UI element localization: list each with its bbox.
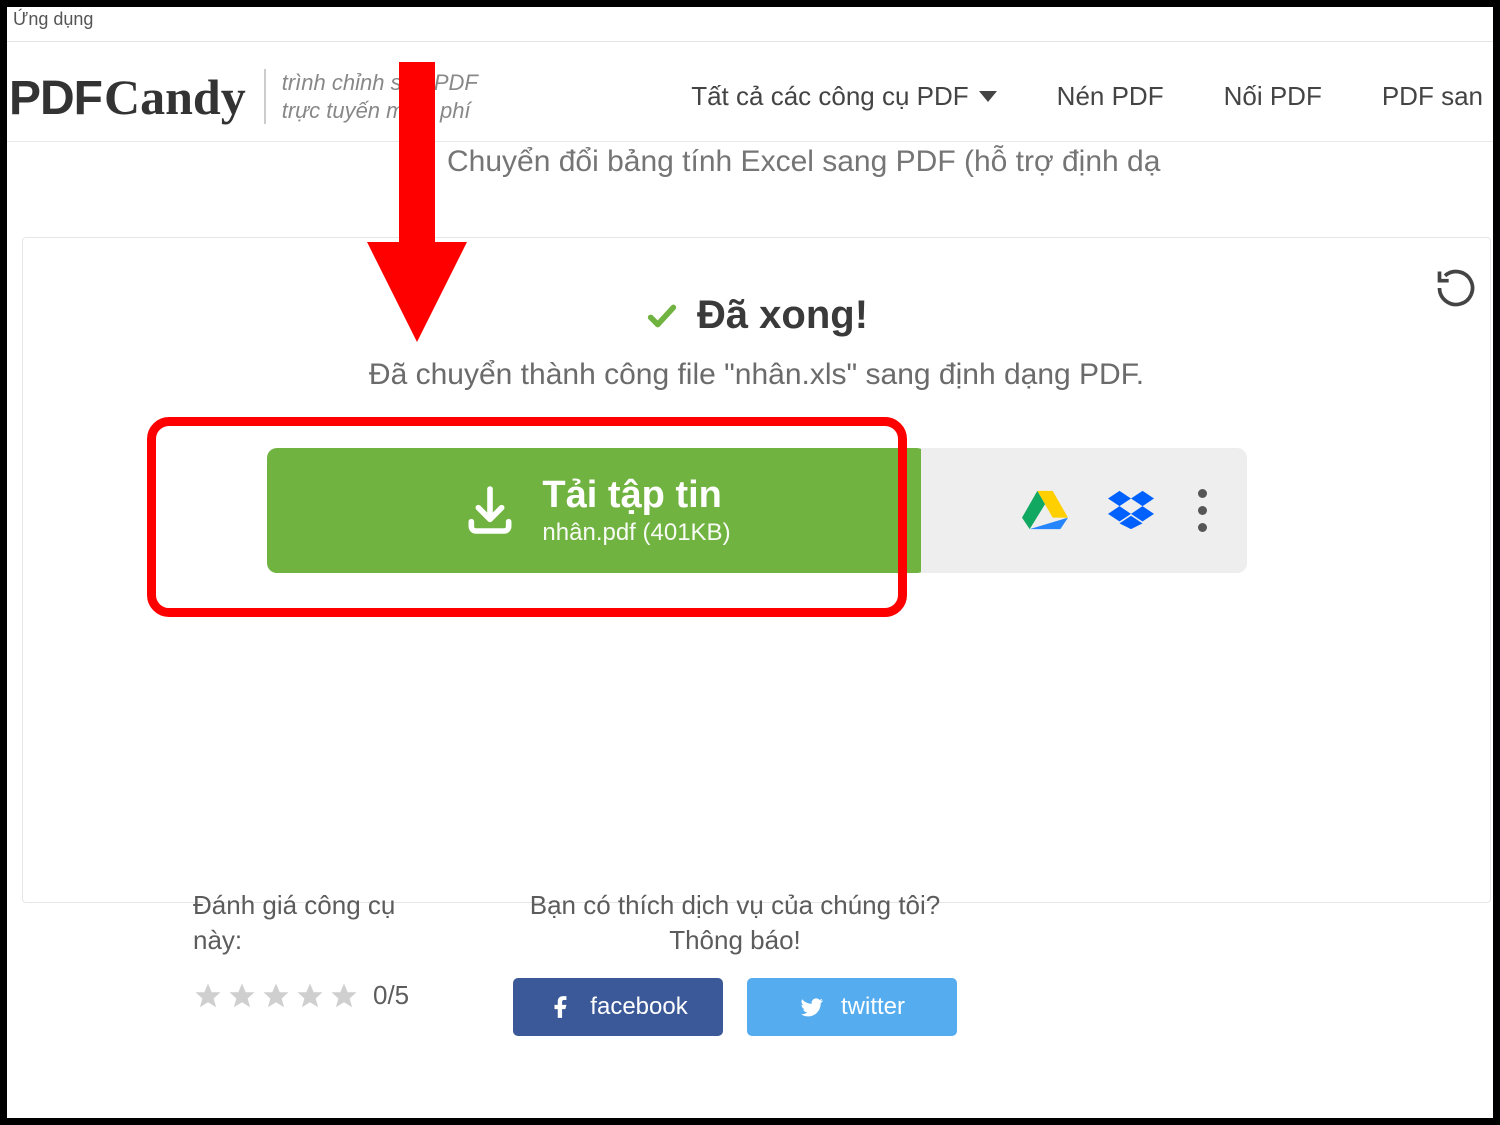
- rate-label: Đánh giá công cụ này:: [193, 888, 443, 958]
- tagline-line: trình chỉnh sửa PDF: [282, 69, 478, 97]
- done-message: Đã chuyển thành công file "nhân.xls" san…: [23, 358, 1490, 392]
- share-line: Thông báo!: [513, 923, 957, 958]
- star-icon[interactable]: [227, 981, 257, 1011]
- button-label: facebook: [590, 993, 687, 1021]
- divider: [7, 41, 1493, 42]
- tagline-line: trực tuyến miễn phí: [282, 97, 478, 125]
- share-title: Bạn có thích dịch vụ của chúng tôi? Thôn…: [513, 888, 957, 958]
- download-file-info: nhân.pdf (401KB): [542, 519, 730, 547]
- rate-block: Đánh giá công cụ này: 0/5: [193, 888, 443, 1011]
- share-line: Bạn có thích dịch vụ của chúng tôi?: [513, 888, 957, 923]
- done-row: Đã xong!: [23, 293, 1490, 338]
- done-title: Đã xong!: [697, 293, 868, 338]
- star-icon[interactable]: [329, 981, 359, 1011]
- twitter-icon: [799, 994, 825, 1020]
- rating-stars[interactable]: 0/5: [193, 980, 443, 1011]
- nav-all-tools[interactable]: Tất cả các công cụ PDF: [691, 81, 996, 112]
- star-icon[interactable]: [261, 981, 291, 1011]
- nav-pdf-to[interactable]: PDF san: [1382, 81, 1483, 112]
- logo-text-cursive: Candy: [102, 68, 246, 126]
- result-card: Đã xong! Đã chuyển thành công file "nhân…: [22, 237, 1491, 903]
- restart-icon[interactable]: [1434, 266, 1478, 310]
- button-label: twitter: [841, 993, 905, 1021]
- logo-tagline: trình chỉnh sửa PDF trực tuyến miễn phí: [264, 69, 478, 124]
- nav-merge[interactable]: Nối PDF: [1224, 81, 1322, 112]
- actions-row: Tải tập tin nhân.pdf (401KB): [267, 440, 1247, 580]
- share-buttons: facebook twitter: [513, 978, 957, 1036]
- dropbox-icon[interactable]: [1108, 490, 1154, 530]
- download-icon: [462, 482, 518, 538]
- page-subtitle: Chuyển đổi bảng tính Excel sang PDF (hỗ …: [447, 145, 1160, 179]
- star-icon[interactable]: [295, 981, 325, 1011]
- download-texts: Tải tập tin nhân.pdf (401KB): [542, 474, 730, 547]
- actions-extra: [921, 448, 1247, 573]
- facebook-share-button[interactable]: facebook: [513, 978, 723, 1036]
- share-block: Bạn có thích dịch vụ của chúng tôi? Thôn…: [513, 888, 957, 1036]
- logo[interactable]: PDF Candy: [7, 68, 246, 126]
- chevron-down-icon: [979, 91, 997, 102]
- nav-label: Tất cả các công cụ PDF: [691, 81, 968, 112]
- bookmark-bar-label: Ứng dụng: [7, 7, 99, 32]
- star-icon[interactable]: [193, 981, 223, 1011]
- check-icon: [645, 299, 679, 333]
- download-button[interactable]: Tải tập tin nhân.pdf (401KB): [267, 448, 927, 573]
- nav-compress[interactable]: Nén PDF: [1057, 81, 1164, 112]
- twitter-share-button[interactable]: twitter: [747, 978, 957, 1036]
- google-drive-icon[interactable]: [1022, 490, 1068, 530]
- footer-row: Đánh giá công cụ này: 0/5 Bạn có thích d…: [193, 888, 957, 1036]
- more-options-icon[interactable]: [1194, 485, 1211, 536]
- rate-score: 0/5: [373, 980, 409, 1011]
- main-nav: Tất cả các công cụ PDF Nén PDF Nối PDF P…: [691, 81, 1483, 112]
- site-header: PDF Candy trình chỉnh sửa PDF trực tuyến…: [7, 52, 1493, 142]
- logo-text-main: PDF: [9, 71, 102, 126]
- facebook-icon: [548, 994, 574, 1020]
- download-title: Tải tập tin: [542, 474, 730, 517]
